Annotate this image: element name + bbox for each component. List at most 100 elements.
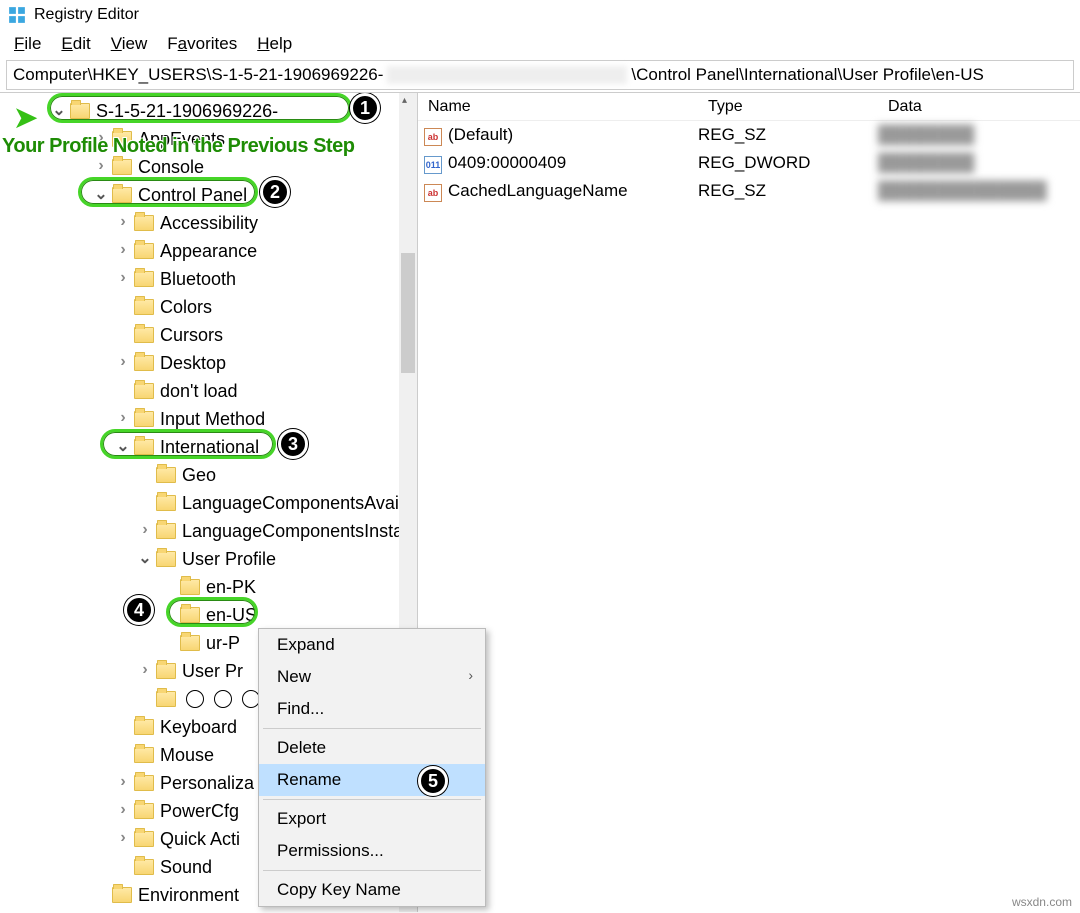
cm-separator	[263, 728, 481, 729]
tree-colors[interactable]: Colors	[0, 293, 417, 321]
cm-expand[interactable]: Expand	[259, 629, 485, 661]
callout-badge-2: 2	[260, 177, 290, 207]
globe-icon	[186, 690, 204, 708]
folder-icon	[156, 495, 176, 511]
window-title: Registry Editor	[34, 6, 139, 24]
tree-label: PowerCfg	[160, 801, 239, 822]
value-type: REG_SZ	[698, 125, 878, 145]
context-menu[interactable]: Expand New Find... Delete Rename Export …	[258, 628, 486, 907]
folder-icon	[134, 747, 154, 763]
arrow-icon: ➤	[14, 101, 37, 134]
value-data-blurred: ████████	[878, 125, 1080, 145]
values-pane[interactable]: Name Type Data ab (Default) REG_SZ ██████…	[418, 93, 1080, 912]
address-prefix: Computer\HKEY_USERS\S-1-5-21-1906969226-	[13, 65, 383, 85]
main-split: S-1-5-21-1906969226- AppEvents Console C…	[0, 92, 1080, 912]
tree-label: LanguageComponentsInsta	[182, 521, 403, 542]
menu-favorites[interactable]: Favorites	[157, 34, 247, 54]
cm-separator	[263, 799, 481, 800]
chevron-right-icon[interactable]	[116, 213, 130, 231]
cm-new[interactable]: New	[259, 661, 485, 693]
menu-view[interactable]: View	[101, 34, 158, 54]
tree-label: LanguageComponentsAvail	[182, 493, 403, 514]
list-header[interactable]: Name Type Data	[418, 93, 1080, 121]
menu-edit[interactable]: Edit	[51, 34, 100, 54]
tree-langavail[interactable]: LanguageComponentsAvail	[0, 489, 417, 517]
folder-icon	[134, 327, 154, 343]
folder-icon	[134, 719, 154, 735]
tree-geo[interactable]: Geo	[0, 461, 417, 489]
chevron-down-icon[interactable]	[138, 548, 152, 568]
callout-box-2	[78, 177, 258, 207]
col-header-name[interactable]: Name	[418, 98, 698, 116]
callout-box-1	[47, 93, 352, 123]
folder-icon	[156, 467, 176, 483]
value-name: CachedLanguageName	[448, 181, 628, 200]
chevron-right-icon[interactable]	[116, 801, 130, 819]
folder-icon	[134, 775, 154, 791]
tree-langinst[interactable]: LanguageComponentsInsta	[0, 517, 417, 545]
folder-icon	[134, 383, 154, 399]
scrollbar-thumb[interactable]	[401, 253, 415, 373]
value-name: (Default)	[448, 125, 513, 144]
folder-icon	[112, 159, 132, 175]
tree-desktop[interactable]: Desktop	[0, 349, 417, 377]
tree-appearance[interactable]: Appearance	[0, 237, 417, 265]
address-bar[interactable]: Computer\HKEY_USERS\S-1-5-21-1906969226-…	[6, 60, 1074, 90]
col-header-type[interactable]: Type	[698, 98, 878, 116]
chevron-right-icon[interactable]	[138, 521, 152, 539]
tree-label: Accessibility	[160, 213, 258, 234]
folder-icon	[156, 523, 176, 539]
tree-label: Geo	[182, 465, 216, 486]
folder-icon	[156, 691, 176, 707]
cm-separator	[263, 870, 481, 871]
tree-label: Personaliza	[160, 773, 254, 794]
menu-file[interactable]: File	[4, 34, 51, 54]
menu-help[interactable]: Help	[247, 34, 302, 54]
chevron-right-icon[interactable]	[116, 409, 130, 427]
tree-label: Console	[138, 157, 204, 178]
cm-find[interactable]: Find...	[259, 693, 485, 725]
folder-icon	[134, 803, 154, 819]
callout-badge-5: 5	[418, 766, 448, 796]
tree-label: Quick Acti	[160, 829, 240, 850]
folder-icon	[134, 355, 154, 371]
value-data-blurred: ████████	[878, 153, 1080, 173]
chevron-right-icon[interactable]	[116, 773, 130, 791]
chevron-right-icon[interactable]	[116, 829, 130, 847]
address-blur	[387, 66, 627, 84]
chevron-right-icon[interactable]	[94, 157, 108, 175]
callout-badge-4: 4	[124, 595, 154, 625]
chevron-right-icon[interactable]	[116, 269, 130, 287]
tree-bluetooth[interactable]: Bluetooth	[0, 265, 417, 293]
menubar[interactable]: File Edit View Favorites Help	[0, 30, 1080, 58]
string-value-icon: ab	[424, 184, 442, 202]
folder-icon	[180, 579, 200, 595]
tree-label: Desktop	[160, 353, 226, 374]
tree-dontload[interactable]: don't load	[0, 377, 417, 405]
cm-rename[interactable]: Rename	[259, 764, 485, 796]
callout-box-4	[166, 597, 258, 627]
chevron-right-icon[interactable]	[138, 661, 152, 679]
globe-icon	[214, 690, 232, 708]
col-header-data[interactable]: Data	[878, 98, 1080, 116]
tree-label: ur-P	[206, 633, 240, 654]
tree-userprofile[interactable]: User Profile	[0, 545, 417, 573]
folder-icon	[134, 859, 154, 875]
cm-export[interactable]: Export	[259, 803, 485, 835]
cm-permissions[interactable]: Permissions...	[259, 835, 485, 867]
value-type: REG_DWORD	[698, 153, 878, 173]
tree-cursors[interactable]: Cursors	[0, 321, 417, 349]
chevron-right-icon[interactable]	[116, 353, 130, 371]
list-row[interactable]: abCachedLanguageName REG_SZ ████████████…	[418, 177, 1080, 205]
string-value-icon: ab	[424, 128, 442, 146]
list-row[interactable]: ab (Default) REG_SZ ████████	[418, 121, 1080, 149]
dword-value-icon: 011	[424, 156, 442, 174]
cm-delete[interactable]: Delete	[259, 732, 485, 764]
list-row[interactable]: 0110409:00000409 REG_DWORD ████████	[418, 149, 1080, 177]
tree-label: User Profile	[182, 549, 276, 570]
folder-icon	[134, 243, 154, 259]
cm-copykey[interactable]: Copy Key Name	[259, 874, 485, 906]
tree-accessibility[interactable]: Accessibility	[0, 209, 417, 237]
scroll-up-icon[interactable]: ▴	[402, 95, 407, 106]
chevron-right-icon[interactable]	[116, 241, 130, 259]
